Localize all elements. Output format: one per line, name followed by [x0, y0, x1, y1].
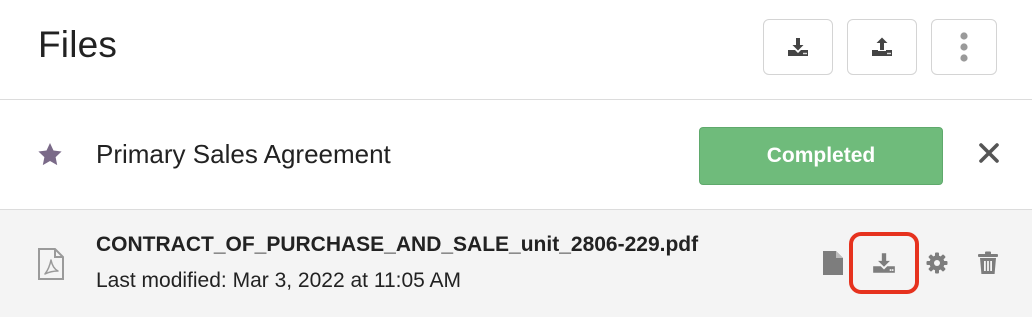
- download-icon: [788, 38, 808, 56]
- files-header: Files: [0, 0, 1032, 100]
- star-icon[interactable]: [36, 141, 64, 168]
- trash-icon[interactable]: [977, 251, 999, 275]
- upload-icon: [872, 37, 892, 56]
- more-vertical-icon: [960, 32, 968, 62]
- status-badge: Completed: [699, 127, 943, 185]
- page-title: Files: [38, 24, 118, 65]
- pdf-file-icon: [38, 248, 64, 280]
- agreement-name[interactable]: Primary Sales Agreement: [96, 139, 391, 170]
- more-options-button[interactable]: [931, 19, 997, 75]
- upload-button[interactable]: [847, 19, 917, 75]
- close-icon[interactable]: [977, 141, 1001, 165]
- download-icon[interactable]: [871, 250, 897, 276]
- gear-icon[interactable]: [925, 251, 949, 275]
- document-icon[interactable]: [822, 250, 844, 276]
- file-name[interactable]: CONTRACT_OF_PURCHASE_AND_SALE_unit_2806-…: [96, 233, 698, 257]
- download-all-button[interactable]: [763, 19, 833, 75]
- last-modified: Last modified: Mar 3, 2022 at 11:05 AM: [96, 269, 461, 292]
